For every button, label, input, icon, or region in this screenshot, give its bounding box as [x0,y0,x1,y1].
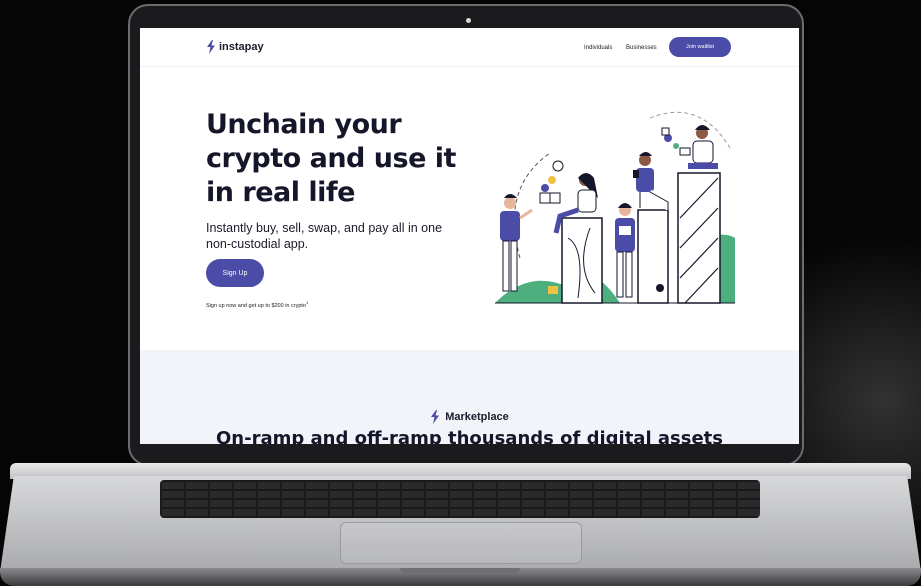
hero-illustration [495,111,735,304]
webcam [466,18,471,23]
sign-up-button[interactable]: Sign Up [206,259,264,287]
laptop-screen: instapay Individuals Businesses Join wai… [140,28,799,444]
hero-title-line: Unchain your [206,109,402,140]
site-logo[interactable]: instapay [206,40,264,54]
bolt-logo-icon [207,40,215,54]
hero-title: Unchain your crypto and use it in real l… [206,108,466,210]
hero-subtitle: Instantly buy, sell, swap, and pay all i… [206,221,443,251]
marketplace-heading: On-ramp and off-ramp thousands of digita… [216,428,723,444]
nav-link-individuals[interactable]: Individuals [584,45,612,51]
keyboard [160,480,760,518]
hero-title-line: crypto and use it [206,143,456,174]
bolt-icon [431,410,440,424]
join-waitlist-button[interactable]: Join waitlist [669,37,731,57]
marketplace-label-row: Marketplace [140,410,799,424]
signup-fineprint: Sign up now and get up to $200 in crypto… [206,300,309,309]
hero-title-line: in real life [206,177,355,208]
site-header: instapay Individuals Businesses Join wai… [140,28,799,67]
trackpad [340,522,582,564]
lid-notch [400,568,520,573]
logo-text: instapay [219,41,264,53]
nav-link-businesses[interactable]: Businesses [626,45,657,51]
fineprint-text: Sign up now and get up to $200 in crypto [206,302,306,309]
marketplace-label: Marketplace [445,411,509,423]
